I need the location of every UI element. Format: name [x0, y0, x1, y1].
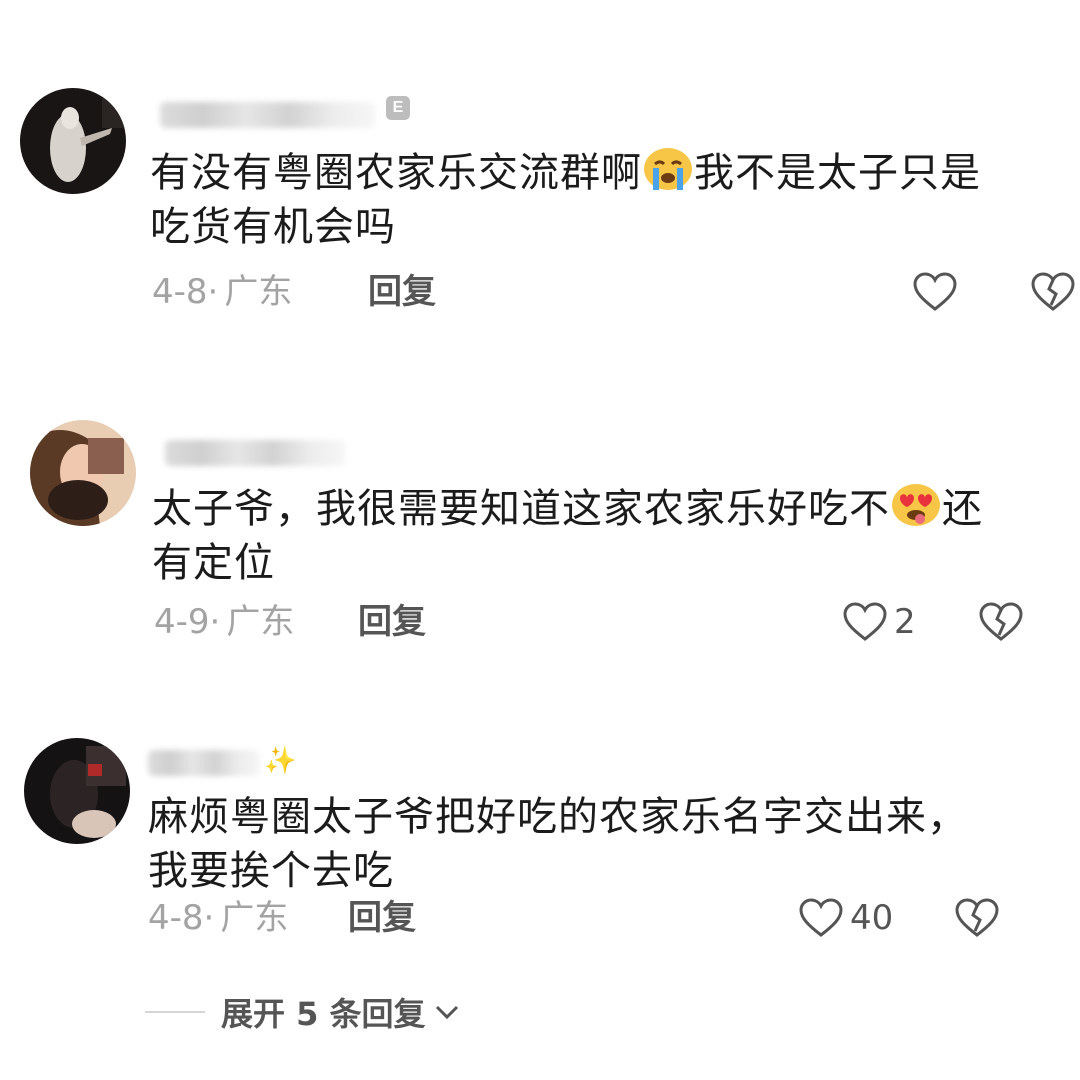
- like-button[interactable]: 2: [842, 602, 916, 642]
- dislike-button[interactable]: [978, 602, 1023, 642]
- divider-line: [145, 1011, 205, 1013]
- broken-heart-icon: [955, 898, 999, 937]
- broken-heart-icon: [1031, 272, 1075, 311]
- like-button[interactable]: [912, 272, 958, 312]
- username-blurred[interactable]: [165, 440, 345, 466]
- comment-text-line: 麻烦粤圈太子爷把好吃的农家乐名字交出来，: [148, 794, 968, 840]
- reply-button[interactable]: 回复: [358, 602, 426, 642]
- chevron-down-icon: [435, 1005, 458, 1020]
- reply-button[interactable]: 回复: [348, 898, 416, 938]
- like-count: 40: [850, 898, 894, 938]
- comment-text-line: 吃货有机会吗: [150, 204, 396, 250]
- expand-replies-label: 展开 5 条回复: [221, 995, 426, 1033]
- comment-date: 4-8· 广东: [152, 272, 293, 312]
- avatar[interactable]: [30, 420, 136, 526]
- avatar[interactable]: [20, 88, 126, 194]
- comment-text-line: 我要挨个去吃: [148, 848, 394, 894]
- heart-icon: [913, 272, 957, 311]
- comment-date: 4-9· 广东: [154, 602, 295, 642]
- comment-text-line: 有定位: [152, 540, 275, 586]
- like-button[interactable]: 40: [798, 898, 893, 938]
- dislike-button[interactable]: [1030, 272, 1075, 312]
- comment-text-line: 还: [942, 486, 983, 532]
- comment-text: 有没有粤圈农家乐交流群啊 我不是太子只是 吃货有机会吗: [150, 146, 1070, 254]
- comment-text: 太子爷，我很需要知道这家农家乐好吃不 还 有定位: [152, 482, 1052, 590]
- username-blurred[interactable]: [148, 750, 260, 776]
- avatar[interactable]: [24, 738, 130, 844]
- dislike-button[interactable]: [954, 898, 999, 938]
- sparkle-icon: ✨: [264, 746, 297, 776]
- username-blurred[interactable]: [160, 102, 375, 128]
- heart-eyes-tongue-icon: [892, 484, 940, 526]
- like-count: 2: [894, 602, 916, 642]
- heart-icon: [843, 602, 887, 641]
- comment-date: 4-8· 广东: [148, 898, 289, 938]
- comment-text-line: 有没有粤圈农家乐交流群啊: [150, 150, 642, 196]
- comment-text-line: 太子爷，我很需要知道这家农家乐好吃不: [152, 486, 890, 532]
- crying-face-icon: [644, 148, 692, 190]
- broken-heart-icon: [979, 602, 1023, 641]
- user-badge: E: [386, 96, 410, 120]
- expand-replies-button[interactable]: 展开 5 条回复: [145, 990, 462, 1034]
- comment-text: 麻烦粤圈太子爷把好吃的农家乐名字交出来， 我要挨个去吃: [148, 790, 1068, 898]
- heart-icon: [799, 898, 843, 937]
- comment-text-line: 我不是太子只是: [694, 150, 981, 196]
- reply-button[interactable]: 回复: [368, 272, 436, 312]
